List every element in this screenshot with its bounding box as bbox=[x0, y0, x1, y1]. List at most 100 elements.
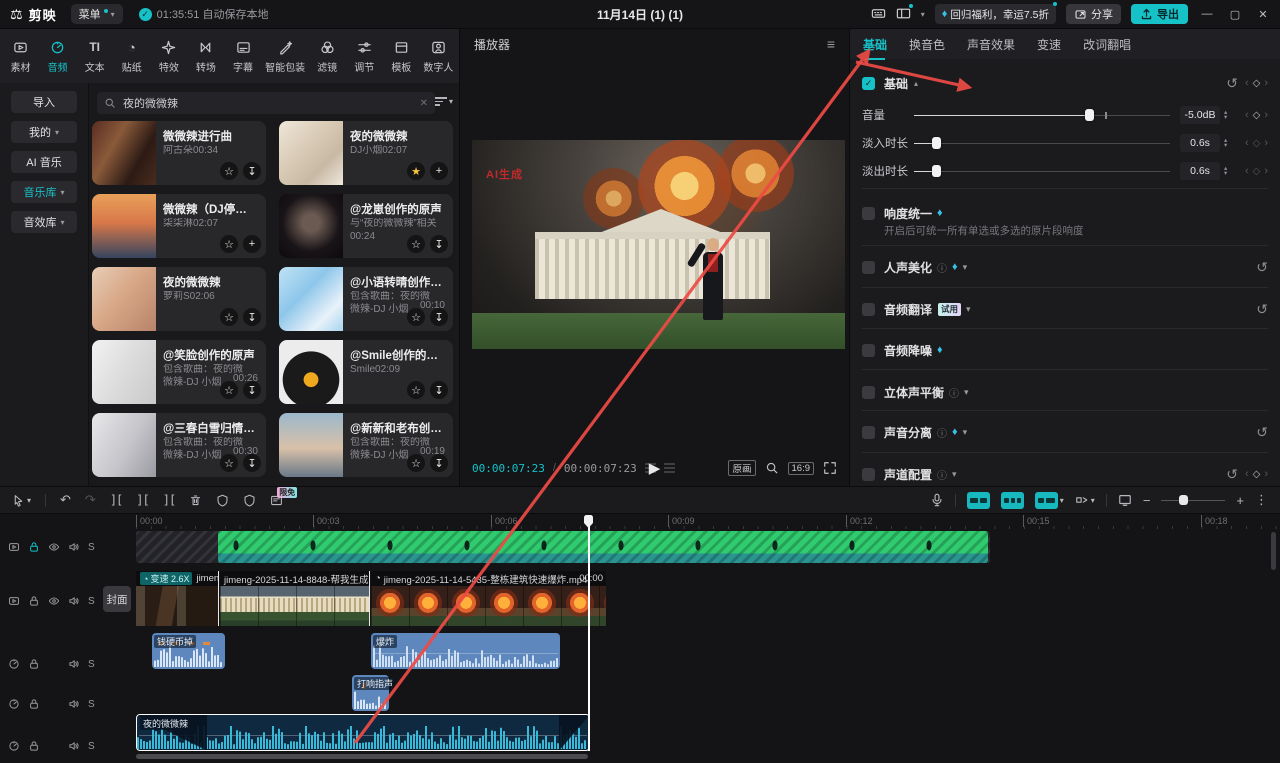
download-icon[interactable]: ↧ bbox=[243, 381, 261, 399]
volume-stepper[interactable]: ▴▾ bbox=[1224, 110, 1227, 120]
horizontal-scrollbar[interactable] bbox=[136, 754, 588, 759]
voice-separate-checkbox[interactable] bbox=[862, 426, 875, 439]
record-voiceover-button[interactable] bbox=[930, 493, 944, 507]
clear-search-icon[interactable]: ✕ bbox=[420, 98, 428, 109]
lock-icon[interactable] bbox=[28, 698, 40, 710]
volume-slider[interactable] bbox=[914, 108, 1170, 122]
reset-icon[interactable]: ↺ bbox=[1256, 259, 1268, 276]
redo-button[interactable]: ↷ bbox=[85, 492, 96, 508]
greenscreen-overlay-clip[interactable] bbox=[218, 531, 988, 563]
chevron-down-icon[interactable]: ▾ bbox=[964, 387, 969, 398]
tab-audio[interactable]: 音频 bbox=[43, 39, 73, 74]
play-button[interactable]: ▶ bbox=[649, 459, 661, 477]
cover-button[interactable]: 封面 bbox=[103, 586, 131, 612]
fade-out-stepper[interactable]: ▴▾ bbox=[1224, 166, 1227, 176]
favorite-icon[interactable]: ☆ bbox=[220, 235, 238, 253]
tab-smart-package[interactable]: 智能包装 bbox=[265, 39, 305, 74]
layout-switch-icon[interactable] bbox=[896, 5, 911, 23]
more-options-icon[interactable]: ⋮ bbox=[1255, 492, 1268, 508]
caption-recognize-button[interactable]: 限免 bbox=[270, 494, 283, 507]
music-card[interactable]: @小语转晴创作的原声包含歌曲：夜的微微辣-DJ 小烟00:10☆↧ bbox=[279, 267, 453, 331]
music-card[interactable]: 微微辣进行曲阿古朵00:34☆↧ bbox=[92, 121, 266, 185]
reset-icon[interactable]: ↺ bbox=[1226, 466, 1238, 483]
search-input[interactable] bbox=[121, 96, 415, 110]
audio-translate-checkbox[interactable] bbox=[862, 303, 875, 316]
video-clip-2[interactable]: jimeng-2025-11-14-8848-帮我生成美国的白 bbox=[220, 571, 370, 626]
tab-transitions[interactable]: 转场 bbox=[191, 39, 221, 74]
denoise-checkbox[interactable] bbox=[862, 344, 875, 357]
music-card[interactable]: 夜的微微辣DJ小烟02:07★+ bbox=[279, 121, 453, 185]
download-icon[interactable]: ↧ bbox=[430, 381, 448, 399]
video-clip-3[interactable]: ◔jimeng-2025-11-14-5435-整栋建筑快速爆炸.mp400:0… bbox=[371, 571, 606, 626]
sidebar-item-music-library[interactable]: 音乐库▾ bbox=[11, 181, 77, 203]
menu-button[interactable]: 菜单 ▾ bbox=[71, 4, 123, 24]
export-button[interactable]: 导出 bbox=[1131, 4, 1188, 24]
music-clip-selected[interactable]: 夜的微微辣 bbox=[136, 714, 590, 751]
channel-config-checkbox[interactable] bbox=[862, 468, 875, 481]
lock-icon[interactable] bbox=[28, 541, 40, 553]
keyframe-controls[interactable]: ‹◇› bbox=[1245, 109, 1268, 121]
split-button[interactable]: ][ bbox=[110, 493, 122, 507]
favorite-icon[interactable]: ☆ bbox=[220, 454, 238, 472]
tab-captions[interactable]: 字幕 bbox=[228, 39, 258, 74]
lock-icon[interactable] bbox=[28, 658, 40, 670]
main-track-magnet-toggle[interactable] bbox=[967, 492, 990, 509]
music-card[interactable]: 微微辣（DJ停顿感）柒柒淋02:07☆+ bbox=[92, 194, 266, 258]
reset-icon[interactable]: ↺ bbox=[1256, 301, 1268, 318]
speaker-icon[interactable] bbox=[68, 740, 80, 752]
sidebar-item-import[interactable]: 导入 bbox=[11, 91, 77, 113]
tab-templates[interactable]: 模板 bbox=[386, 39, 416, 74]
download-icon[interactable]: ↧ bbox=[243, 162, 261, 180]
sidebar-item-ai-music[interactable]: AI 音乐 bbox=[11, 151, 77, 173]
timeline-ruler[interactable]: 00:00 00:03 00:06 00:09 00:12 00:15 00:1… bbox=[133, 514, 1280, 529]
chevron-down-icon[interactable]: ▾ bbox=[966, 304, 971, 315]
preview-zoom-icon[interactable] bbox=[765, 461, 779, 475]
mask-button[interactable] bbox=[243, 494, 256, 507]
player-menu-icon[interactable]: ≡ bbox=[827, 36, 835, 52]
minimize-button[interactable]: — bbox=[1198, 8, 1216, 20]
chevron-down-icon[interactable]: ▾ bbox=[952, 469, 957, 480]
favorite-icon[interactable]: ☆ bbox=[220, 308, 238, 326]
split-keep-right-button[interactable]: ][ bbox=[163, 493, 175, 507]
tab-adjust[interactable]: 调节 bbox=[349, 39, 379, 74]
reset-icon[interactable]: ↺ bbox=[1226, 75, 1238, 92]
chevron-down-icon[interactable]: ▾ bbox=[921, 10, 925, 19]
solo-button[interactable]: S bbox=[88, 596, 95, 607]
close-button[interactable]: ✕ bbox=[1254, 8, 1272, 21]
fade-in-slider[interactable] bbox=[914, 136, 1170, 150]
fade-in-value[interactable]: 0.6s bbox=[1180, 134, 1220, 152]
download-icon[interactable]: ↧ bbox=[430, 454, 448, 472]
delete-button[interactable] bbox=[189, 494, 202, 507]
select-tool[interactable]: ▾ bbox=[12, 494, 31, 507]
solo-button[interactable]: S bbox=[88, 542, 95, 553]
mirror-button[interactable] bbox=[216, 494, 229, 507]
music-card[interactable]: @笑脸创作的原声包含歌曲：夜的微微辣-DJ 小烟00:26☆↧ bbox=[92, 340, 266, 404]
volume-value[interactable]: -5.0dB bbox=[1180, 106, 1220, 124]
aspect-ratio-badge[interactable]: 16:9 bbox=[788, 462, 815, 475]
lock-icon[interactable] bbox=[28, 740, 40, 752]
tab-filters[interactable]: 滤镜 bbox=[312, 39, 342, 74]
speaker-icon[interactable] bbox=[68, 595, 80, 607]
tab-digital-human[interactable]: 数字人 bbox=[423, 39, 453, 74]
promo-banner[interactable]: ♦ 回归福利，幸运7.5折 bbox=[935, 4, 1056, 24]
track-tool-button[interactable]: ▾ bbox=[1075, 493, 1095, 507]
keyframe-controls[interactable]: ‹◇› bbox=[1245, 137, 1268, 149]
keyframe-controls[interactable]: ‹◇› bbox=[1245, 77, 1268, 89]
favorite-icon[interactable]: ☆ bbox=[220, 162, 238, 180]
linked-preview-toggle[interactable]: ▾ bbox=[1035, 492, 1064, 509]
search-bar[interactable]: ✕ bbox=[97, 92, 435, 114]
download-icon[interactable]: ↧ bbox=[243, 308, 261, 326]
music-card[interactable]: @三春白雪归情家创作的原声包含歌曲：夜的微微辣-DJ 小烟00:30☆↧ bbox=[92, 413, 266, 477]
add-to-track-icon[interactable]: + bbox=[243, 235, 261, 253]
tab-text[interactable]: TI文本 bbox=[80, 39, 110, 74]
music-card[interactable]: @Smile创作的原声Smile02:09☆↧ bbox=[279, 340, 453, 404]
add-to-track-icon[interactable]: + bbox=[430, 162, 448, 180]
audio-clip-explosion[interactable]: 爆炸 bbox=[371, 633, 560, 669]
playhead[interactable] bbox=[584, 514, 593, 751]
video-clip-1[interactable]: ◔变速 2.6Xjimeng bbox=[136, 571, 219, 626]
speaker-icon[interactable] bbox=[68, 698, 80, 710]
favorite-icon[interactable]: ☆ bbox=[407, 308, 425, 326]
keyframe-controls[interactable]: ‹◇› bbox=[1245, 165, 1268, 177]
fade-in-stepper[interactable]: ▴▾ bbox=[1224, 138, 1227, 148]
fullscreen-icon[interactable] bbox=[823, 461, 837, 475]
